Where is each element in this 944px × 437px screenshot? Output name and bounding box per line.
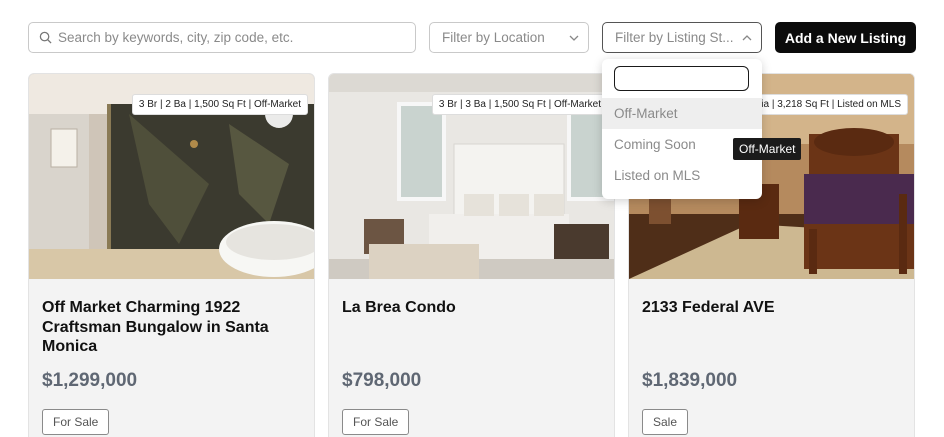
listing-status-filter-label: Filter by Listing St... <box>615 30 734 45</box>
listing-title[interactable]: La Brea Condo <box>342 298 604 318</box>
location-filter[interactable]: Filter by Location <box>429 22 589 53</box>
listing-card[interactable]: 3 Br | 2 Ba | 1,500 Sq Ft | Off-Market O… <box>28 73 315 437</box>
listing-status-tag: Sale <box>642 409 689 435</box>
search-input[interactable] <box>58 30 398 45</box>
chevron-down-icon <box>569 35 579 41</box>
listing-price: $798,000 <box>342 370 422 391</box>
listing-status-filter[interactable]: Filter by Listing St... <box>602 22 762 53</box>
listing-badge: 3 Br | 3 Ba | 1,500 Sq Ft | Off-Market <box>431 94 608 115</box>
status-option-off-market[interactable]: Off-Market <box>602 98 762 129</box>
add-new-listing-button[interactable]: Add a New Listing <box>775 22 916 53</box>
search-icon <box>39 31 52 44</box>
listing-price: $1,839,000 <box>642 370 738 391</box>
chevron-up-icon <box>742 35 752 41</box>
search-box[interactable] <box>28 22 416 53</box>
listing-status-tag: For Sale <box>42 409 110 435</box>
listing-title[interactable]: Off Market Charming 1922 Craftsman Bunga… <box>42 298 304 357</box>
listing-price: $1,299,000 <box>42 370 138 391</box>
listing-status-dropdown: Off-Market Coming Soon Listed on MLS <box>602 59 762 199</box>
listing-badge: ia | 3,218 Sq Ft | Listed on MLS <box>754 94 908 115</box>
toolbar: Filter by Location Filter by Listing St.… <box>28 22 916 53</box>
status-option-listed-on-mls[interactable]: Listed on MLS <box>602 160 762 191</box>
location-filter-label: Filter by Location <box>442 30 545 45</box>
dropdown-search-input[interactable] <box>614 66 749 91</box>
option-tooltip: Off-Market <box>733 138 802 160</box>
listing-card[interactable]: 3 Br | 3 Ba | 1,500 Sq Ft | Off-Market L… <box>328 73 615 437</box>
listing-title[interactable]: 2133 Federal AVE <box>642 298 904 318</box>
listing-status-tag: For Sale <box>342 409 410 435</box>
listing-badge: 3 Br | 2 Ba | 1,500 Sq Ft | Off-Market <box>131 94 308 115</box>
